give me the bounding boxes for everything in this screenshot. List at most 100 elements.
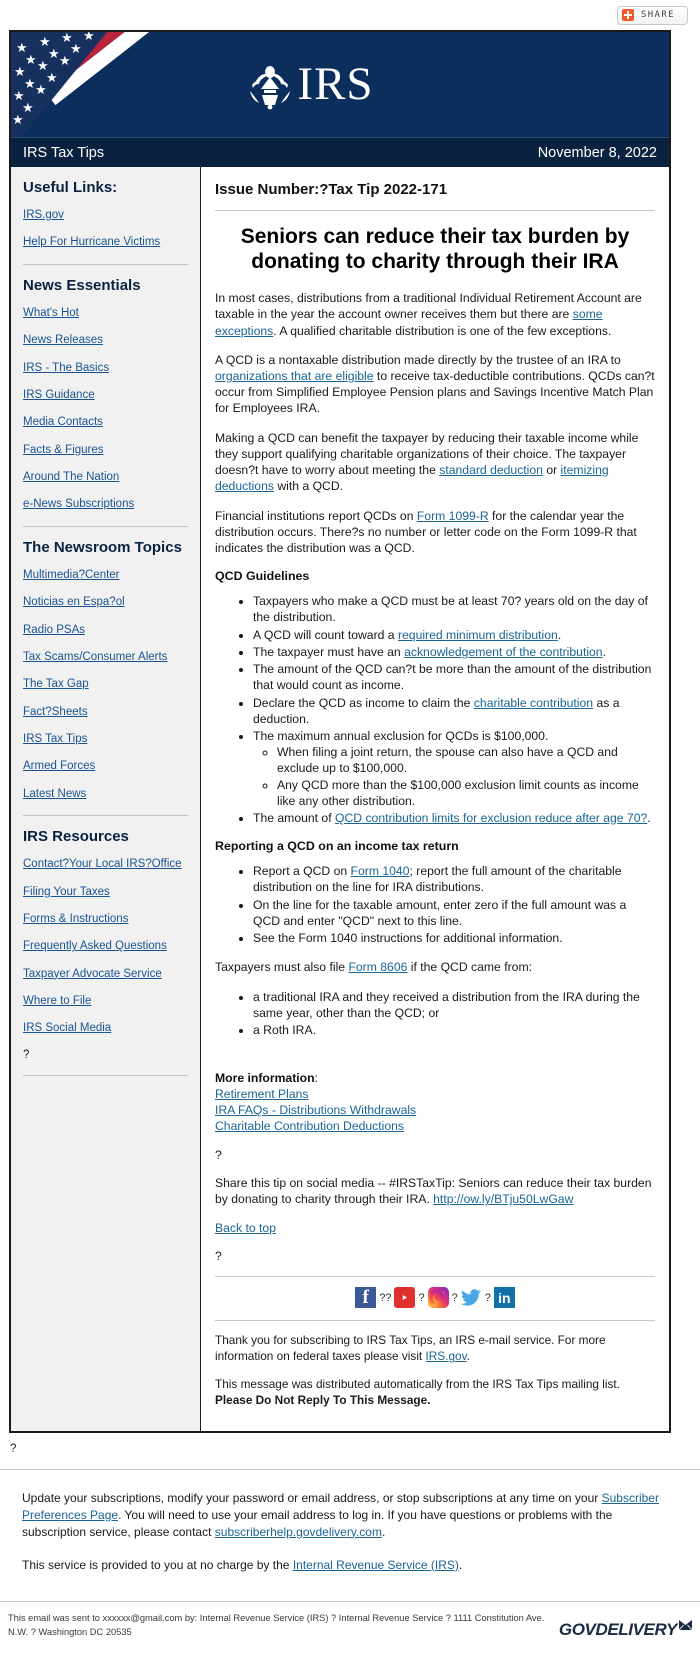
newsletter-date: November 8, 2022 xyxy=(537,144,657,161)
sidebar-link-media-contacts[interactable]: Media Contacts xyxy=(23,415,188,429)
instagram-camera-glyph xyxy=(427,1287,449,1309)
sidebar-link-irs-guidance[interactable]: IRS Guidance xyxy=(23,388,188,402)
sidebar-link-contact-local-office[interactable]: Contact?Your Local IRS?Office xyxy=(23,857,188,871)
govdelivery-logo: GOVDELIVERY xyxy=(558,1612,693,1640)
flag-svg: ★ ★ ★ ★ ★ ★ ★ ★ ★ ★ ★ ★ ★ ★ ★ ★ xyxy=(11,32,266,137)
g2-text-b: . xyxy=(557,627,562,642)
sidebar-link-where-to-file[interactable]: Where to File xyxy=(23,994,188,1008)
linkedin-icon[interactable]: in xyxy=(493,1287,515,1309)
condition-item: a traditional IRA and they received a di… xyxy=(253,989,655,1021)
reporting-item: See the Form 1040 instructions for addit… xyxy=(253,930,655,946)
govdelivery-wordmark: GOVDELIVERY xyxy=(558,1620,678,1640)
instagram-icon[interactable] xyxy=(427,1287,449,1309)
article-content: Issue Number:?Tax Tip 2022-171 Seniors c… xyxy=(201,167,669,1431)
paragraph-qcd-benefit: Making a QCD can benefit the taxpayer by… xyxy=(215,430,655,495)
g6-text: The maximum annual exclusion for QCDs is… xyxy=(253,728,549,743)
link-qcd-contribution-limits[interactable]: QCD contribution limits for exclusion re… xyxy=(335,811,647,825)
para2-text-a: A QCD is a nontaxable distribution made … xyxy=(215,352,621,367)
paragraph-qcd-definition: A QCD is a nontaxable distribution made … xyxy=(215,352,655,417)
sidebar-link-irs-the-basics[interactable]: IRS - The Basics xyxy=(23,361,188,375)
link-ira-faqs[interactable]: IRA FAQs - Distributions Withdrawals xyxy=(215,1103,655,1119)
youtube-icon[interactable] xyxy=(394,1287,416,1309)
sidebar-link-tax-scams[interactable]: Tax Scams/Consumer Alerts xyxy=(23,650,188,664)
content-marker-2: ? xyxy=(215,1249,222,1264)
reporting-item: Report a QCD on Form 1040; report the fu… xyxy=(253,863,655,895)
g2-text-a: A QCD will count toward a xyxy=(253,627,398,642)
sidebar-link-faq[interactable]: Frequently Asked Questions xyxy=(23,939,188,953)
paragraph-share-tip: Share this tip on social media -- #IRSTa… xyxy=(215,1175,655,1207)
sidebar-link-taxpayer-advocate[interactable]: Taxpayer Advocate Service xyxy=(23,967,188,981)
link-irs-gov-footer[interactable]: IRS.gov xyxy=(426,1349,467,1363)
sidebar-link-irs-social-media[interactable]: IRS Social Media xyxy=(23,1021,188,1035)
link-form-1040[interactable]: Form 1040 xyxy=(351,864,410,878)
sub-text-c: . xyxy=(381,1524,386,1539)
sidebar-link-whats-hot[interactable]: What's Hot xyxy=(23,306,188,320)
svg-text:★: ★ xyxy=(46,71,58,86)
sidebar-link-news-releases[interactable]: News Releases xyxy=(23,333,188,347)
link-acknowledgement-of-contribution[interactable]: acknowledgement of the contribution xyxy=(404,645,603,659)
sidebar-link-fact-sheets[interactable]: Fact?Sheets xyxy=(23,705,188,719)
sidebar-link-forms-instructions[interactable]: Forms & Instructions xyxy=(23,912,188,926)
heading-qcd-guidelines: QCD Guidelines xyxy=(215,569,310,584)
sidebar-link-the-tax-gap[interactable]: The Tax Gap xyxy=(23,677,188,691)
share-bar: SHARE xyxy=(0,0,700,30)
thanks-divider xyxy=(215,1320,655,1322)
link-charitable-contribution[interactable]: charitable contribution xyxy=(474,696,593,710)
social-separator: ? xyxy=(418,1291,425,1304)
link-charitable-contribution-deductions[interactable]: Charitable Contribution Deductions xyxy=(215,1119,655,1135)
qcd-exclusion-sublist: When filing a joint return, the spouse c… xyxy=(253,744,655,809)
sidebar-link-latest-news[interactable]: Latest News xyxy=(23,787,188,801)
thank-you-message: Thank you for subscribing to IRS Tax Tip… xyxy=(215,1333,655,1365)
social-separator: ? xyxy=(451,1291,458,1304)
outer-divider xyxy=(0,1469,700,1471)
sidebar-divider xyxy=(23,815,188,817)
link-standard-deduction[interactable]: standard deduction xyxy=(439,463,543,477)
link-form-8606[interactable]: Form 8606 xyxy=(348,960,407,974)
more-information-label: More information xyxy=(215,1071,315,1086)
facebook-icon[interactable]: f xyxy=(355,1287,377,1309)
link-form-1099-r[interactable]: Form 1099-R xyxy=(417,509,489,523)
newsletter-name: IRS Tax Tips xyxy=(23,144,105,161)
link-back-to-top[interactable]: Back to top xyxy=(215,1221,276,1235)
guideline-item: A QCD will count toward a required minim… xyxy=(253,627,655,643)
irs-wordmark: IRS xyxy=(297,58,374,110)
link-eligible-organizations[interactable]: organizations that are eligible xyxy=(215,369,374,383)
sidebar-link-facts-figures[interactable]: Facts & Figures xyxy=(23,443,188,457)
share-button[interactable]: SHARE xyxy=(616,5,688,25)
f8606-text-a: Taxpayers must also file xyxy=(215,960,349,975)
guideline-item: The taxpayer must have an acknowledgemen… xyxy=(253,644,655,660)
twitter-icon[interactable] xyxy=(460,1287,482,1309)
youtube-play-glyph xyxy=(397,1292,413,1304)
sidebar-link-irs-gov[interactable]: IRS.gov xyxy=(23,208,188,222)
email-body: Useful Links: IRS.gov Help For Hurricane… xyxy=(11,167,669,1432)
reporting-list: Report a QCD on Form 1040; report the fu… xyxy=(215,863,655,946)
para4-text-a: Financial institutions report QCDs on xyxy=(215,508,417,523)
subscription-paragraph: Update your subscriptions, modify your p… xyxy=(22,1490,678,1540)
sidebar-link-hurricane-victims[interactable]: Help For Hurricane Victims xyxy=(23,235,188,249)
sidebar-link-armed-forces[interactable]: Armed Forces xyxy=(23,759,188,773)
sidebar-link-noticias-espanol[interactable]: Noticias en Espa?ol xyxy=(23,595,188,609)
do-not-reply-message: This message was distributed automatical… xyxy=(215,1377,655,1409)
g7-text-a: The amount of xyxy=(253,811,335,826)
sidebar-link-irs-tax-tips[interactable]: IRS Tax Tips xyxy=(23,732,188,746)
link-internal-revenue-service[interactable]: Internal Revenue Service (IRS) xyxy=(293,1558,459,1572)
paragraph-back-to-top: Back to top xyxy=(215,1220,655,1236)
para3-text-b: with a QCD. xyxy=(273,479,344,494)
link-share-short-url[interactable]: http://ow.ly/BTju50LwGaw xyxy=(433,1192,573,1206)
sidebar-link-multimedia-center[interactable]: Multimedia?Center xyxy=(23,568,188,582)
link-subscriber-help[interactable]: subscriberhelp.govdelivery.com xyxy=(215,1525,382,1539)
sidebar-heading-news-essentials: News Essentials xyxy=(23,276,141,294)
share-button-label: SHARE xyxy=(640,10,675,20)
sidebar-link-radio-psas[interactable]: Radio PSAs xyxy=(23,623,188,637)
guideline-subitem: Any QCD more than the $100,000 exclusion… xyxy=(277,777,655,809)
sidebar-link-enews-subscriptions[interactable]: e-News Subscriptions xyxy=(23,497,188,511)
link-retirement-plans[interactable]: Retirement Plans xyxy=(215,1087,655,1103)
social-icons-row: f ?? ? ? ? in xyxy=(215,1287,655,1309)
us-flag-graphic: ★ ★ ★ ★ ★ ★ ★ ★ ★ ★ ★ ★ ★ ★ ★ ★ xyxy=(11,32,266,137)
sidebar-link-around-the-nation[interactable]: Around The Nation xyxy=(23,470,188,484)
svg-text:★: ★ xyxy=(70,42,82,57)
link-required-minimum-distribution[interactable]: required minimum distribution xyxy=(398,628,558,642)
social-separator: ? xyxy=(484,1291,491,1304)
paragraph-form-8606: Taxpayers must also file Form 8606 if th… xyxy=(215,959,655,975)
sidebar-link-filing-your-taxes[interactable]: Filing Your Taxes xyxy=(23,885,188,899)
